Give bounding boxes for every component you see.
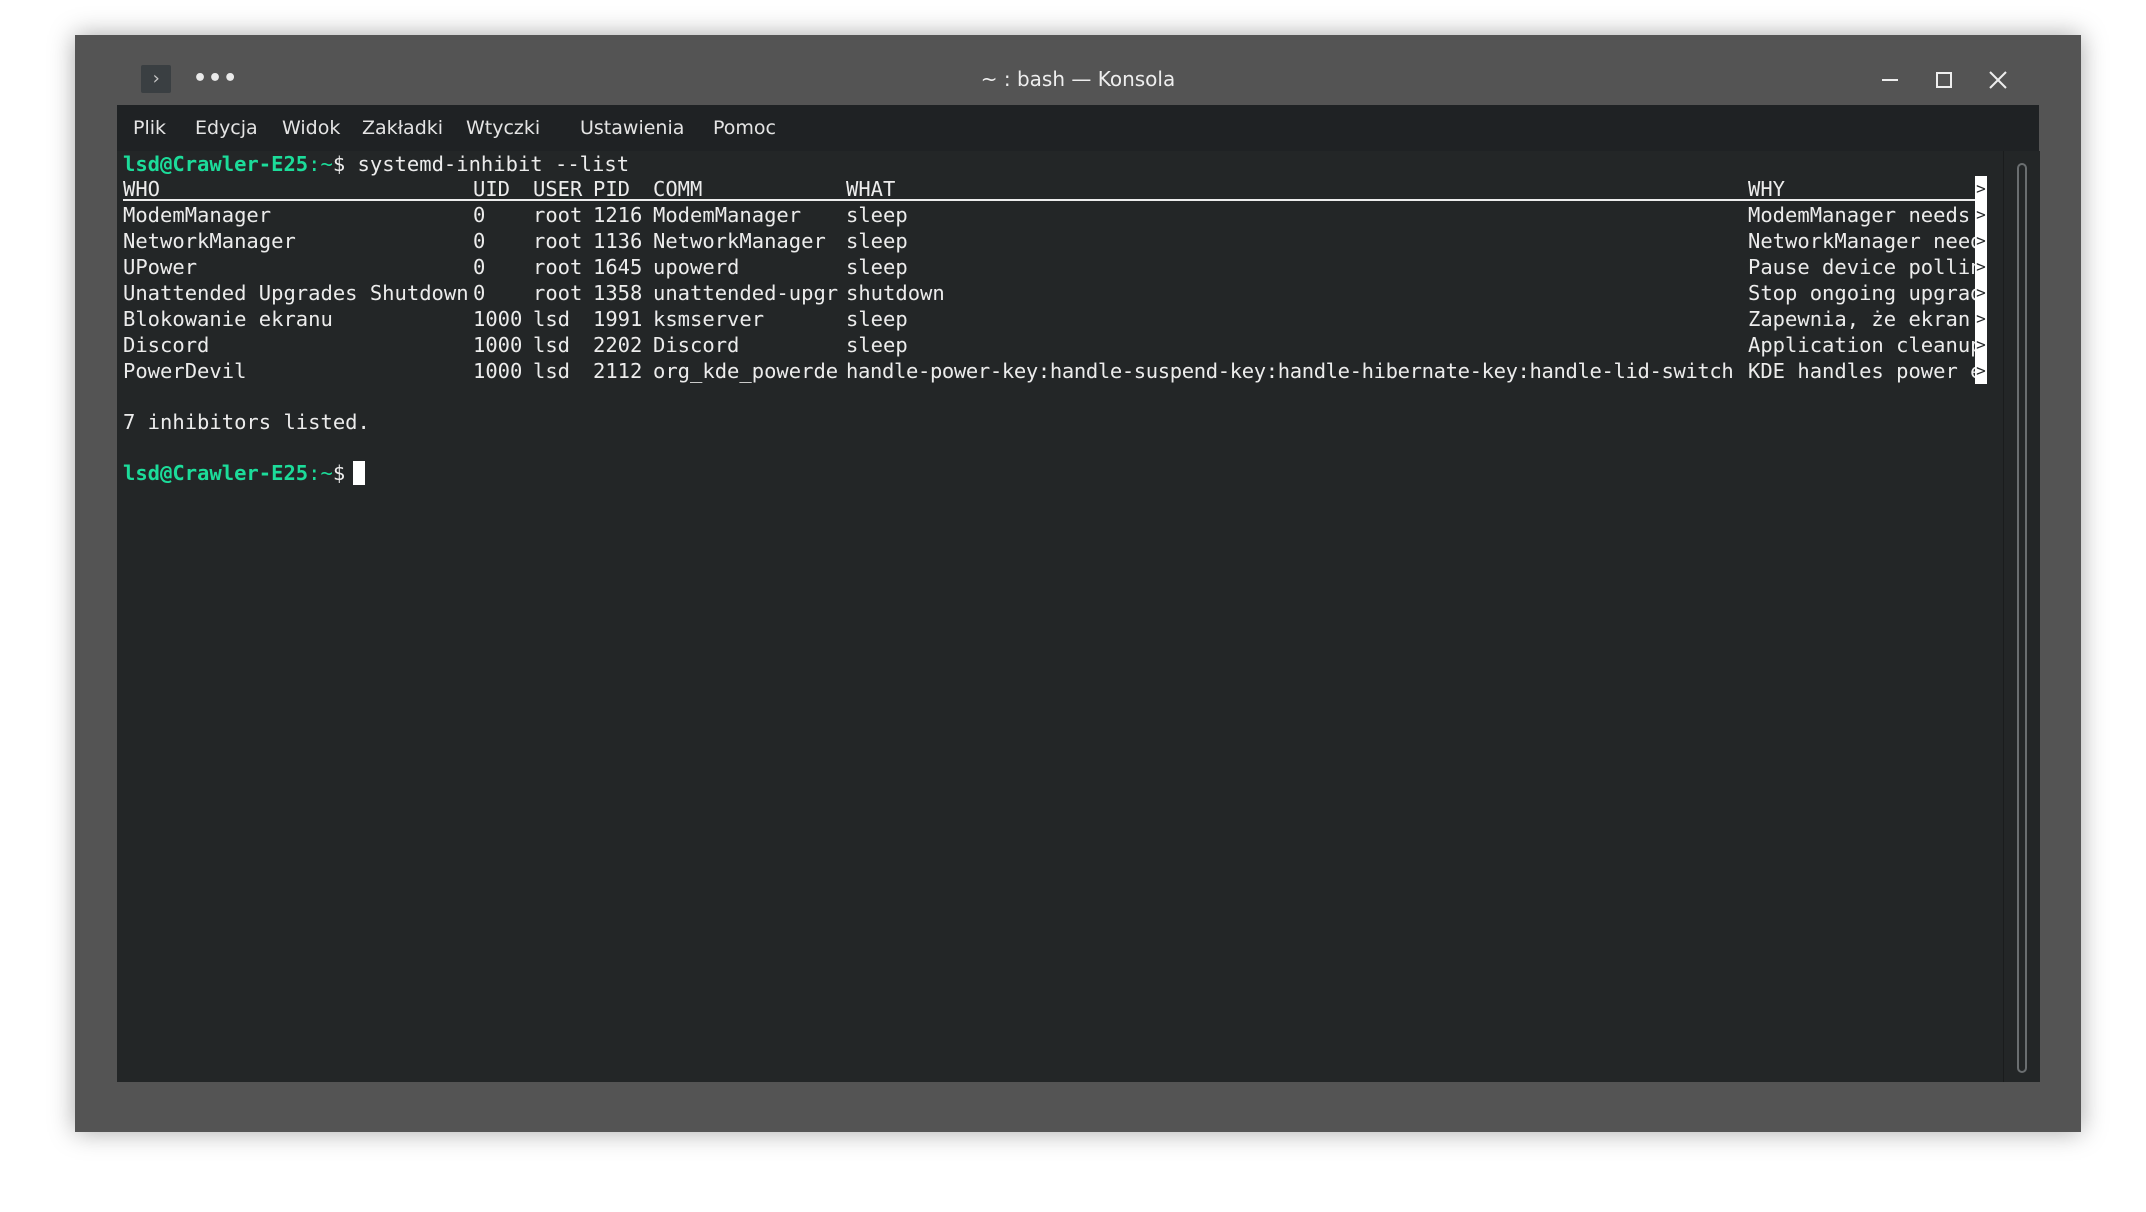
table-row: ModemManager 0 root 1216 ModemManager sl…	[123, 202, 1983, 228]
prompt-path: :~	[308, 461, 333, 485]
row-pid: 1645	[593, 255, 643, 279]
table-row: Unattended Upgrades Shutdown 0 root 1358…	[123, 280, 1983, 306]
row-why: Zapewnia, że ekran	[1748, 307, 1983, 331]
command-line: lsd@Crawler-E25:~$ systemd-inhibit --lis…	[123, 151, 629, 177]
row-comm: NetworkManager	[653, 229, 826, 253]
row-user: root	[533, 229, 583, 253]
terminal-area[interactable]: lsd@Crawler-E25:~$ systemd-inhibit --lis…	[117, 151, 2003, 1082]
prompt-path: :~	[308, 152, 333, 176]
row-comm: Discord	[653, 333, 740, 357]
summary-line: 7 inhibitors listed.	[123, 410, 370, 434]
row-pid: 1216	[593, 203, 643, 227]
row-comm: unattended-upgr	[653, 281, 839, 305]
row-uid: 0	[473, 255, 486, 279]
row-comm: upowerd	[653, 255, 740, 279]
minimize-icon[interactable]	[1875, 65, 1905, 95]
row-user: lsd	[533, 333, 571, 357]
menu-widok[interactable]: Widok	[282, 105, 340, 151]
overflow-marker: >	[1975, 228, 1987, 254]
row-pid: 2202	[593, 333, 643, 357]
menu-wtyczki[interactable]: Wtyczki	[466, 105, 540, 151]
row-uid: 0	[473, 229, 486, 253]
row-who: PowerDevil	[123, 359, 247, 383]
row-comm: ksmserver	[653, 307, 765, 331]
close-icon[interactable]	[1983, 65, 2013, 95]
row-what: sleep	[846, 255, 908, 279]
row-what: shutdown	[846, 281, 945, 305]
prompt-line: lsd@Crawler-E25:~$	[123, 460, 345, 486]
maximize-icon[interactable]	[1929, 65, 1959, 95]
overflow-marker: >	[1975, 280, 1987, 306]
row-what: sleep	[846, 307, 908, 331]
title-bar[interactable]: › ••• ~ : bash — Konsola	[75, 35, 2081, 105]
menu-plik[interactable]: Plik	[133, 105, 166, 151]
overflow-marker: >	[1975, 254, 1987, 280]
row-who: Unattended Upgrades Shutdown	[123, 281, 469, 305]
scrollbar[interactable]	[2003, 151, 2040, 1082]
row-user: root	[533, 203, 583, 227]
menu-pomoc[interactable]: Pomoc	[713, 105, 776, 151]
konsole-content: Plik Edycja Widok Zakładki Wtyczki Ustaw…	[117, 105, 2040, 1082]
row-why: Pause device pollin	[1748, 255, 1983, 279]
row-what: sleep	[846, 333, 908, 357]
row-why: KDE handles power e	[1748, 359, 1983, 383]
row-uid: 1000	[473, 333, 523, 357]
window-title: ~ : bash — Konsola	[980, 67, 1176, 91]
overflow-marker: >	[1975, 176, 1987, 202]
row-why: ModemManager needs	[1748, 203, 1983, 227]
row-user: lsd	[533, 359, 571, 383]
menu-ustawienia[interactable]: Ustawienia	[580, 105, 684, 151]
prompt-symbol: $	[332, 461, 346, 485]
row-user: root	[533, 255, 583, 279]
table-row: UPower 0 root 1645 upowerd sleep Pause d…	[123, 254, 1983, 280]
row-who: NetworkManager	[123, 229, 296, 253]
prompt-symbol: $	[332, 152, 346, 176]
command-text: systemd-inhibit --list	[345, 152, 630, 176]
row-user: root	[533, 281, 583, 305]
menu-edycja[interactable]: Edycja	[195, 105, 258, 151]
row-uid: 0	[473, 281, 486, 305]
text-cursor	[353, 461, 365, 485]
row-user: lsd	[533, 307, 571, 331]
table-row: Discord 1000 lsd 2202 Discord sleep Appl…	[123, 332, 1983, 358]
row-comm: ModemManager	[653, 203, 802, 227]
row-who: UPower	[123, 255, 198, 279]
konsole-window: › ••• ~ : bash — Konsola Plik Edycja Wid…	[75, 35, 2081, 1132]
row-comm: org_kde_powerde	[653, 359, 839, 383]
overflow-marker: >	[1975, 202, 1987, 228]
row-pid: 1991	[593, 307, 643, 331]
table-row: PowerDevil 1000 lsd 2112 org_kde_powerde…	[123, 358, 1983, 384]
row-what: handle-power-key:handle-suspend-key:hand…	[846, 359, 1734, 383]
row-pid: 2112	[593, 359, 643, 383]
row-pid: 1136	[593, 229, 643, 253]
row-pid: 1358	[593, 281, 643, 305]
overflow-marker: >	[1975, 306, 1987, 332]
overflow-marker: >	[1975, 332, 1987, 358]
menu-bar: Plik Edycja Widok Zakładki Wtyczki Ustaw…	[117, 105, 2039, 151]
row-why: Application cleanup	[1748, 333, 1983, 357]
row-uid: 1000	[473, 307, 523, 331]
row-who: Blokowanie ekranu	[123, 307, 333, 331]
row-uid: 0	[473, 203, 486, 227]
row-who: ModemManager	[123, 203, 272, 227]
menu-zakladki[interactable]: Zakładki	[362, 105, 443, 151]
header-underline	[123, 199, 1983, 201]
prompt-user-host: lsd@Crawler-E25	[123, 461, 309, 485]
row-what: sleep	[846, 203, 908, 227]
prompt-user-host: lsd@Crawler-E25	[123, 152, 309, 176]
table-row: NetworkManager 0 root 1136 NetworkManage…	[123, 228, 1983, 254]
overflow-marker: >	[1975, 358, 1987, 384]
row-why: NetworkManager need	[1748, 229, 1983, 253]
scrollbar-handle[interactable]	[2017, 163, 2027, 1073]
row-what: sleep	[846, 229, 908, 253]
table-row: Blokowanie ekranu 1000 lsd 1991 ksmserve…	[123, 306, 1983, 332]
row-uid: 1000	[473, 359, 523, 383]
row-why: Stop ongoing upgrad	[1748, 281, 1983, 305]
row-who: Discord	[123, 333, 210, 357]
